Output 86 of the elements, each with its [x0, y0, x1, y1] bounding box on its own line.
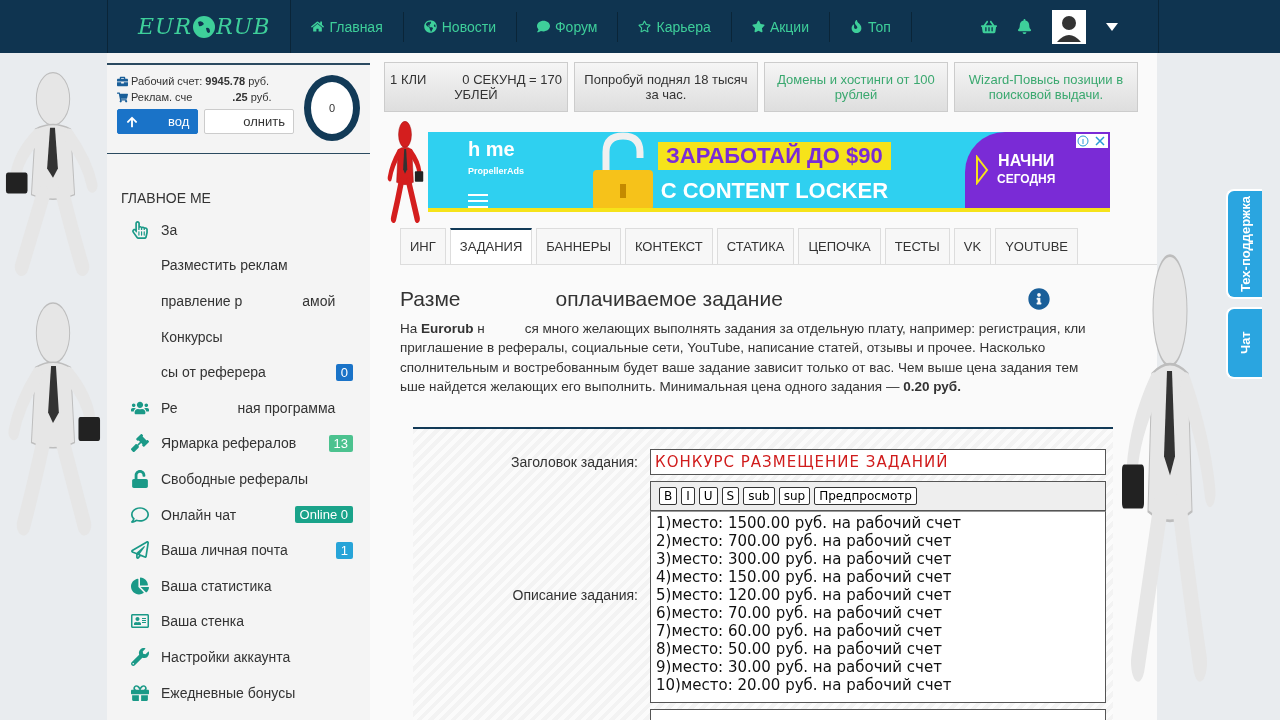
pie-chart-icon	[131, 576, 149, 595]
menu-item[interactable]: сы от реферера 0	[107, 354, 370, 390]
format-button[interactable]: B	[659, 487, 678, 505]
tab[interactable]: ЗАДАНИЯ	[449, 228, 533, 264]
wrench-icon	[131, 647, 149, 666]
gavel-icon	[131, 434, 149, 453]
format-button[interactable]: S	[721, 487, 740, 505]
nav-link[interactable]: Топ	[830, 11, 912, 42]
page-heading: Разме оплачиваемое задание	[400, 286, 783, 311]
menu-item[interactable]: Свободные рефералы	[107, 461, 370, 497]
format-button[interactable]: sub	[743, 487, 775, 505]
count-badge: 0	[335, 363, 353, 381]
star-outline-icon	[638, 20, 652, 33]
menu-title: ГЛАВНОЕ МЕ	[121, 190, 212, 206]
format-button[interactable]: Предпросмотр	[814, 487, 917, 505]
nav-link[interactable]: Карьера	[618, 11, 732, 42]
menu-item[interactable]: Настройки аккаунта	[107, 639, 370, 675]
ad-link[interactable]: 1 КЛИ 0 СЕКУНД = 170 УБЛЕЙ	[384, 62, 568, 112]
intro-paragraph: На Eurorub н ся много желающих выполнять задания за отдельную плату, например: регистрация, кли приглашение в рефералы, социальные сети, YouTube, написание статей, отзывы и прочее. Насколько сполнительным и востребованным будет ваше задание зависит только от вас. Чем выше цена задания тем ьше найдется желающих его выполнить. Минимальная цена одного задания — 0.20 руб.	[400, 319, 1087, 397]
arrow-up-icon	[126, 115, 138, 128]
tab[interactable]: ИНГ	[400, 228, 446, 264]
star-icon	[751, 20, 765, 33]
banner-subline: С CONTENT LOCKER	[660, 178, 888, 204]
menu-item[interactable]: Ваша стенка	[107, 603, 370, 640]
balance-text: Рабочий счет: 9945.78 руб.	[131, 75, 270, 87]
count-badge: 13	[328, 434, 353, 452]
format-button[interactable]: sup	[778, 487, 811, 505]
gift-icon	[131, 683, 149, 702]
nav-link[interactable]: Главная	[291, 11, 404, 42]
title-input-field[interactable]: КОНКУРС РАЗМЕЩЕНИЕ ЗАДАНИЙ	[650, 449, 1106, 475]
description-field[interactable]: 1)место: 1500.00 руб. на рабочий счет 2)место: 700.00 руб. на рабочий счет 3)место: 300.00 руб. на рабочий счет 4)место: 150.00 руб. на рабочий счет 5)место: 120.00 руб. на рабочий счет 6)место: 70.00 руб. на рабочий счет 7)место: 60.00 руб. на рабочий счет 8)место: 50.00 руб. на рабочий счет 9)место: 30.00 руб. на рабочий счет 10)место: 20.00 руб. на рабочий счет	[650, 511, 1106, 703]
ad-link[interactable]: Попробуй поднял 18 тысяч за час.	[574, 62, 758, 112]
pointer-hand-icon	[131, 220, 149, 239]
briefcase-icon	[117, 75, 128, 87]
brand-text: h me PropellerAds	[468, 140, 526, 178]
count-badge: Online 0	[294, 506, 353, 524]
avatar[interactable]	[1052, 9, 1086, 44]
format-button[interactable]: U	[698, 487, 718, 505]
donut-counter: 0	[304, 75, 360, 141]
tab[interactable]: СТАТИКА	[716, 228, 795, 264]
speech-bubble-icon	[536, 20, 550, 33]
top-up-button[interactable]: олнить	[204, 109, 294, 134]
nav-link[interactable]: Новости	[403, 11, 517, 42]
play-icon	[975, 155, 989, 186]
banner-headline: ЗАРАБОТАЙ ДО $90	[658, 142, 891, 170]
menu-item[interactable]: Ежедневные бонусы	[107, 674, 370, 711]
tab[interactable]: VK	[953, 228, 992, 264]
tab[interactable]: ТЕСТЫ	[884, 228, 950, 264]
nav-link[interactable]: Форум	[516, 11, 619, 42]
paper-plane-icon	[131, 541, 149, 560]
menu-item[interactable]: Ваша личная почта 1	[107, 532, 370, 568]
input-field[interactable]	[650, 709, 1106, 720]
bell-icon[interactable]	[1017, 19, 1032, 34]
tab[interactable]: БАННЕРЫ	[536, 228, 621, 264]
menu-item[interactable]: Онлайн чат Online 0	[107, 496, 370, 533]
menu-item[interactable]: Разместить реклам	[107, 247, 370, 284]
field-label: Заголовок задания:	[510, 453, 638, 470]
globe-icon	[423, 20, 437, 33]
flame-icon	[850, 20, 863, 33]
banner-cta: НАЧНИ СЕГОДНЯ	[997, 151, 1056, 189]
menu-item[interactable]: правление р амой	[107, 283, 370, 319]
count-badge: 1	[335, 541, 353, 559]
ad-info-close-icon[interactable]	[1076, 134, 1108, 148]
menu-item[interactable]: За	[107, 212, 370, 248]
caret-icon[interactable]	[1106, 21, 1118, 32]
ad-banner[interactable]: h me PropellerAds ЗАРАБОТАЙ ДО $90 С CONTENT LOCKER НАЧНИ СЕГОДНЯ	[428, 132, 1110, 213]
basket-icon[interactable]	[981, 18, 997, 35]
menu-icon	[468, 194, 488, 208]
menu-item[interactable]: Ярмарка рефералов 13	[107, 425, 370, 462]
menu-item[interactable]: Ре ная программа	[107, 389, 370, 426]
unlock-icon	[131, 469, 149, 488]
format-button[interactable]: I	[681, 487, 695, 505]
speech-bubble-icon	[131, 505, 149, 524]
tab[interactable]: YOUTUBE	[995, 228, 1078, 264]
menu-item[interactable]: Ваша статистика	[107, 567, 370, 604]
tab[interactable]: ЦЕПОЧКА	[798, 228, 881, 264]
tab[interactable]: КОНТЕКСТ	[624, 228, 713, 264]
home-icon	[311, 20, 325, 33]
id-card-icon	[131, 612, 149, 631]
menu-item[interactable]: Конкурсы	[107, 318, 370, 355]
withdraw-button[interactable]: вод	[117, 109, 199, 134]
nav-link[interactable]: Акции	[731, 11, 830, 42]
cart-icon	[117, 91, 128, 103]
balance-text: Реклам. сче .25 руб.	[131, 91, 272, 103]
info-icon[interactable]	[1028, 287, 1050, 310]
field-label: Описание задания:	[511, 585, 638, 603]
